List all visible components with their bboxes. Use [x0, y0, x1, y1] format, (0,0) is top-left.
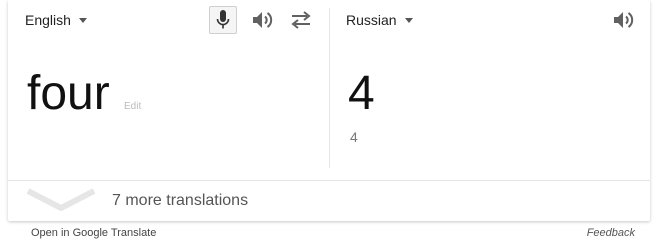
source-text: four — [27, 67, 110, 120]
more-translations-label: 7 more translations — [112, 192, 249, 209]
source-language-label: English — [25, 12, 71, 28]
target-listen-button[interactable] — [609, 6, 637, 34]
source-language-select[interactable]: English — [25, 12, 87, 28]
speaker-icon — [253, 12, 273, 28]
open-in-google-translate-link[interactable]: Open in Google Translate — [31, 227, 156, 239]
speaker-icon — [614, 12, 634, 28]
pane-divider — [329, 8, 330, 168]
target-language-select[interactable]: Russian — [346, 12, 413, 28]
target-language-label: Russian — [346, 12, 397, 28]
microphone-button[interactable] — [209, 6, 237, 34]
edit-link[interactable]: Edit — [124, 101, 141, 112]
microphone-icon — [216, 10, 230, 29]
swap-languages-button[interactable] — [287, 6, 315, 34]
translation-text: 4 — [348, 67, 375, 120]
chevron-down-icon — [404, 18, 413, 23]
chevron-down-icon — [78, 18, 87, 23]
swap-icon — [291, 11, 311, 29]
translation-romanization: 4 — [350, 129, 358, 145]
translate-card: English four Edit Russian 4 4 7 more tra… — [8, 0, 650, 221]
feedback-link[interactable]: Feedback — [587, 227, 635, 239]
expand-chevron-icon — [26, 188, 96, 211]
more-translations-button[interactable]: 7 more translations — [8, 181, 650, 221]
source-listen-button[interactable] — [248, 6, 276, 34]
